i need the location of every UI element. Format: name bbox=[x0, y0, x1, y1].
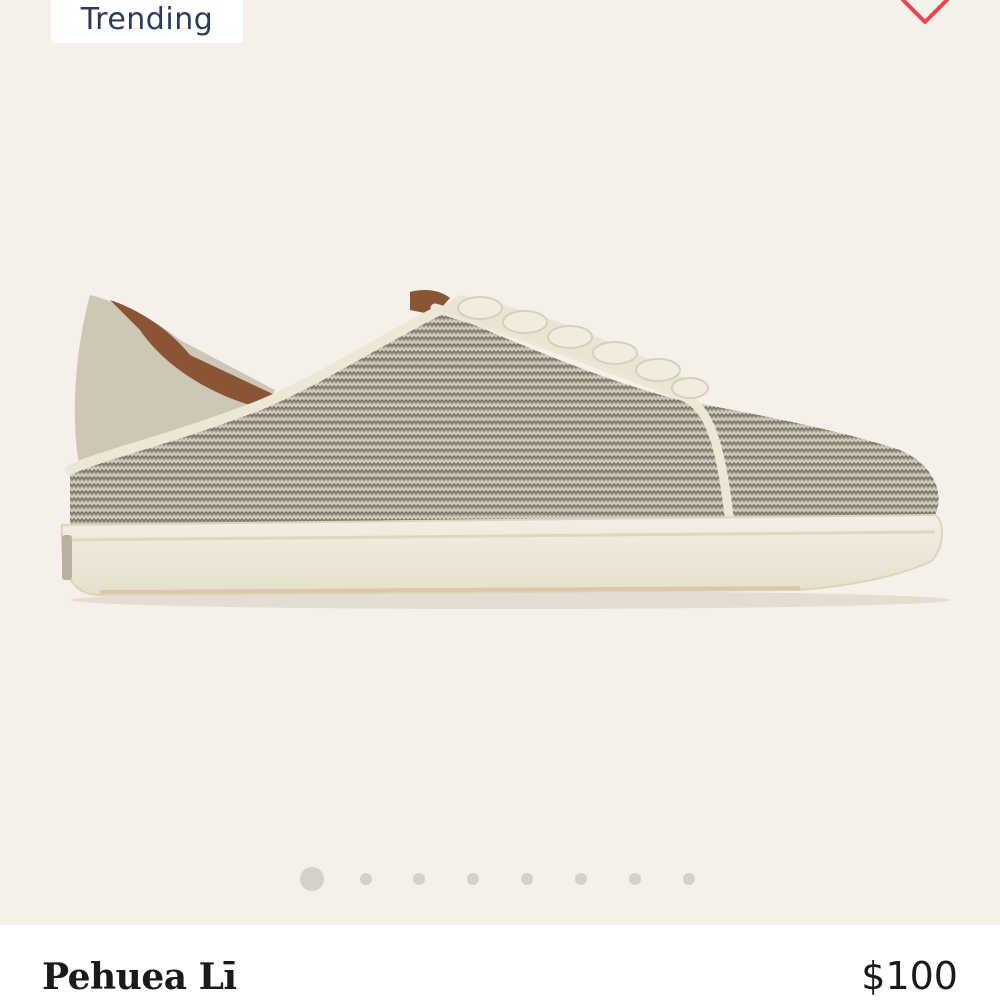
product-hero: Trending bbox=[0, 0, 1000, 925]
carousel-dot[interactable] bbox=[575, 873, 587, 885]
product-price: $100 bbox=[861, 954, 958, 998]
carousel-dot[interactable] bbox=[413, 873, 425, 885]
heart-icon bbox=[900, 0, 950, 24]
product-name[interactable]: Pehuea Lī bbox=[42, 957, 237, 997]
trending-badge: Trending bbox=[51, 0, 243, 43]
carousel-dot[interactable] bbox=[629, 873, 641, 885]
carousel-dot[interactable] bbox=[521, 873, 533, 885]
favorite-button[interactable] bbox=[897, 0, 953, 26]
carousel-dot-active[interactable] bbox=[300, 867, 324, 891]
trending-badge-label: Trending bbox=[80, 2, 214, 37]
sneaker-image[interactable] bbox=[40, 270, 960, 630]
carousel-indicators bbox=[0, 865, 1000, 893]
carousel-dot[interactable] bbox=[683, 873, 695, 885]
carousel-dot[interactable] bbox=[467, 873, 479, 885]
carousel-dot[interactable] bbox=[360, 873, 372, 885]
